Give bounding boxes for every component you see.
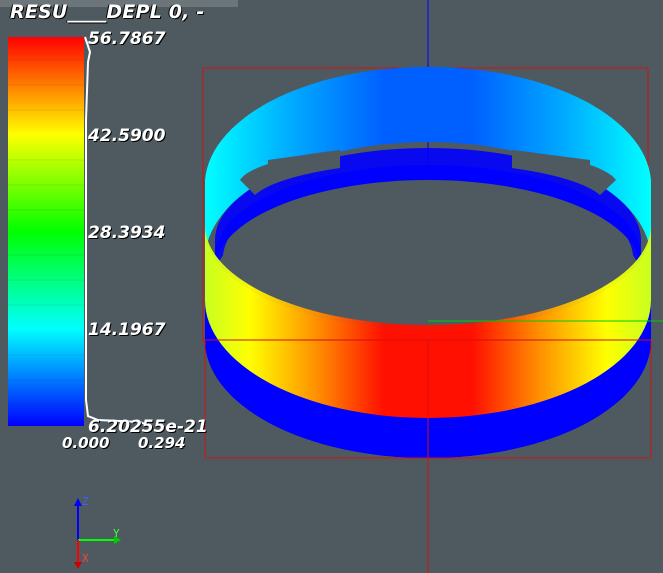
axis-label-z: Z: [82, 495, 89, 508]
colorbar-tick-max: 56.7867: [88, 29, 166, 49]
colorbar-tick-2: 42.5900: [88, 126, 166, 146]
colorbar-tick-4: 14.1967: [88, 320, 166, 340]
scalar-bar-title: RESU____DEPL 0, -: [10, 1, 205, 23]
axis-label-y: Y: [113, 527, 120, 540]
histogram-label-max: 0.294: [138, 434, 186, 452]
colorbar-tick-3: 28.3934: [88, 223, 166, 243]
histogram-label-min: 0.000: [62, 434, 110, 452]
render-viewport[interactable]: [0, 0, 663, 573]
axis-label-x: X: [82, 552, 89, 565]
color-bar: [8, 37, 84, 426]
